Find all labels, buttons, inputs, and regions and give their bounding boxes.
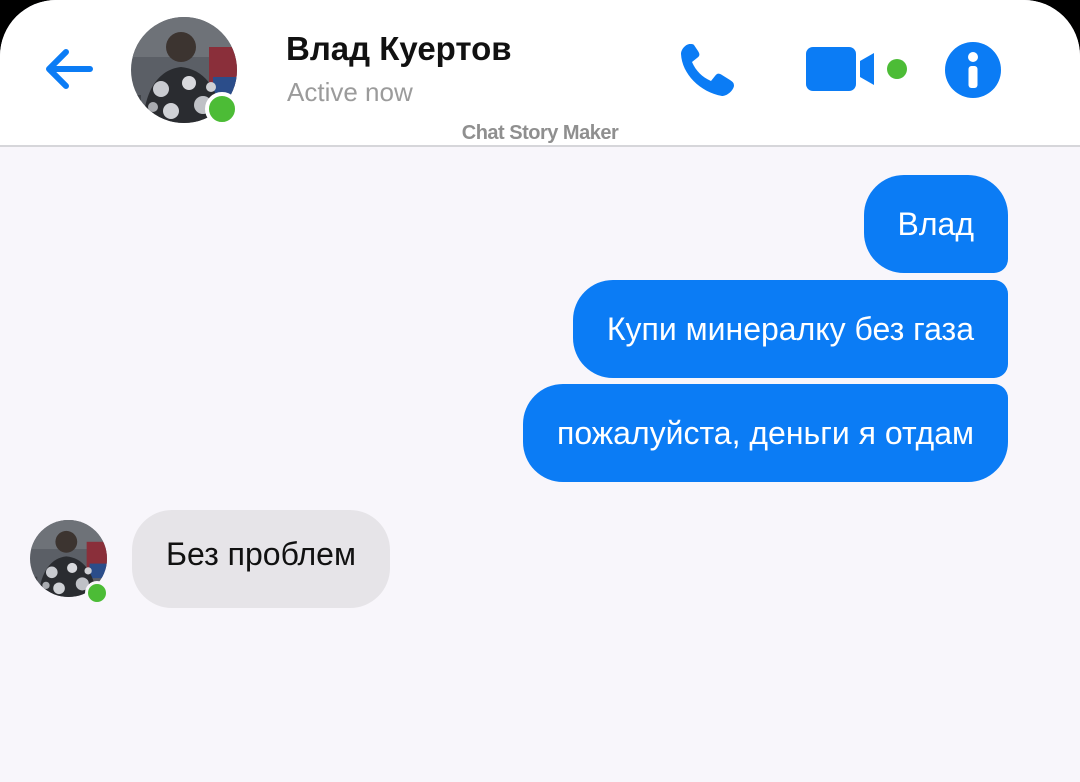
video-call-button[interactable] xyxy=(804,44,914,94)
video-camera-icon xyxy=(806,47,907,91)
outgoing-message-bubble[interactable]: Купи минералку без газа xyxy=(572,280,1008,378)
chat-screen: Влад Куертов Active now Chat Story Maker… xyxy=(0,0,1080,782)
info-button[interactable] xyxy=(944,41,1002,99)
call-button[interactable] xyxy=(676,40,740,100)
online-indicator xyxy=(85,581,109,605)
back-arrow-icon xyxy=(46,49,93,89)
info-icon xyxy=(945,42,1001,98)
outgoing-message-bubble[interactable]: пожалуйста, деньги я отдам xyxy=(522,384,1008,482)
outgoing-message-bubble[interactable]: Влад xyxy=(863,175,1008,273)
back-button[interactable] xyxy=(40,44,96,94)
watermark: Chat Story Maker xyxy=(461,122,619,144)
chat-header: Влад Куертов Active now Chat Story Maker xyxy=(0,0,1080,147)
contact-name[interactable]: Влад Куертов xyxy=(286,30,512,68)
phone-icon xyxy=(681,44,734,96)
online-indicator xyxy=(205,92,239,126)
incoming-message-bubble[interactable]: Без проблем xyxy=(132,510,390,608)
contact-status: Active now xyxy=(287,77,413,107)
